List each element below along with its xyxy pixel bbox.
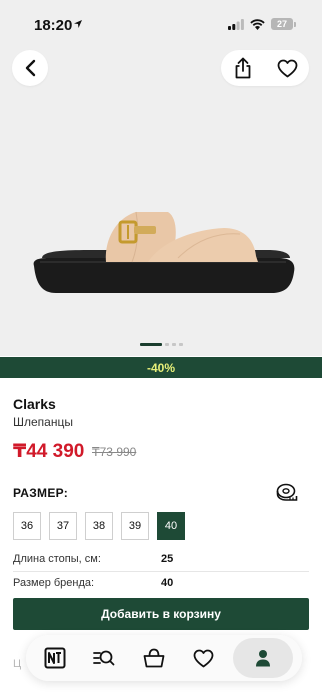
size-option-40[interactable]: 40 — [157, 512, 185, 540]
gallery-dot[interactable] — [165, 343, 169, 346]
spec-value: 25 — [161, 553, 174, 565]
back-button[interactable] — [12, 50, 48, 86]
size-options: 36 37 38 39 40 — [13, 512, 185, 540]
section-title-faded: Ц — [13, 658, 22, 670]
favorite-button[interactable] — [269, 50, 305, 86]
share-button[interactable] — [225, 50, 261, 86]
nav-cart[interactable] — [134, 638, 174, 678]
size-guide-button[interactable] — [276, 483, 298, 506]
signal-icon — [228, 18, 244, 30]
old-price: ₸73 990 — [92, 445, 137, 459]
size-option-37[interactable]: 37 — [49, 512, 77, 540]
measuring-tape-icon — [276, 483, 298, 501]
gallery-dot[interactable] — [172, 343, 176, 346]
status-bar: 18:20 27 — [0, 0, 322, 46]
status-indicators: 27 — [228, 18, 296, 30]
header-actions — [221, 50, 309, 86]
add-to-cart-button[interactable]: Добавить в корзину — [13, 598, 309, 630]
heart-icon — [277, 59, 297, 77]
chevron-left-icon — [25, 59, 36, 77]
gallery-dot[interactable] — [179, 343, 183, 346]
product-image[interactable] — [28, 200, 298, 320]
user-icon — [256, 650, 271, 667]
product-hero: 18:20 27 — [0, 0, 322, 356]
size-option-36[interactable]: 36 — [13, 512, 41, 540]
divider — [13, 571, 309, 572]
search-icon — [93, 650, 115, 666]
size-title: РАЗМЕР: — [13, 486, 69, 500]
current-price: ₸44 390 — [13, 441, 85, 462]
bottom-nav — [26, 635, 302, 681]
size-option-38[interactable]: 38 — [85, 512, 113, 540]
nav-home[interactable] — [35, 638, 75, 678]
heart-icon — [193, 649, 214, 667]
logo-icon — [44, 647, 66, 669]
size-option-39[interactable]: 39 — [121, 512, 149, 540]
location-arrow-icon — [74, 20, 82, 28]
discount-badge: -40% — [0, 357, 322, 378]
spec-label: Размер бренда: — [13, 577, 95, 589]
spec-value: 40 — [161, 577, 174, 589]
product-category: Шлепанцы — [13, 415, 73, 429]
battery-icon: 27 — [271, 18, 296, 30]
gallery-indicator — [140, 343, 183, 346]
battery-level: 27 — [271, 18, 293, 30]
wifi-icon — [250, 18, 265, 30]
share-icon — [235, 57, 251, 79]
nav-search[interactable] — [84, 638, 124, 678]
product-brand[interactable]: Clarks — [13, 396, 56, 412]
nav-favorites[interactable] — [184, 638, 224, 678]
status-time: 18:20 — [34, 17, 73, 34]
basket-icon — [143, 648, 165, 668]
spec-label: Длина стопы, см: — [13, 553, 101, 565]
gallery-dot-active[interactable] — [140, 343, 162, 346]
nav-profile[interactable] — [233, 638, 294, 678]
